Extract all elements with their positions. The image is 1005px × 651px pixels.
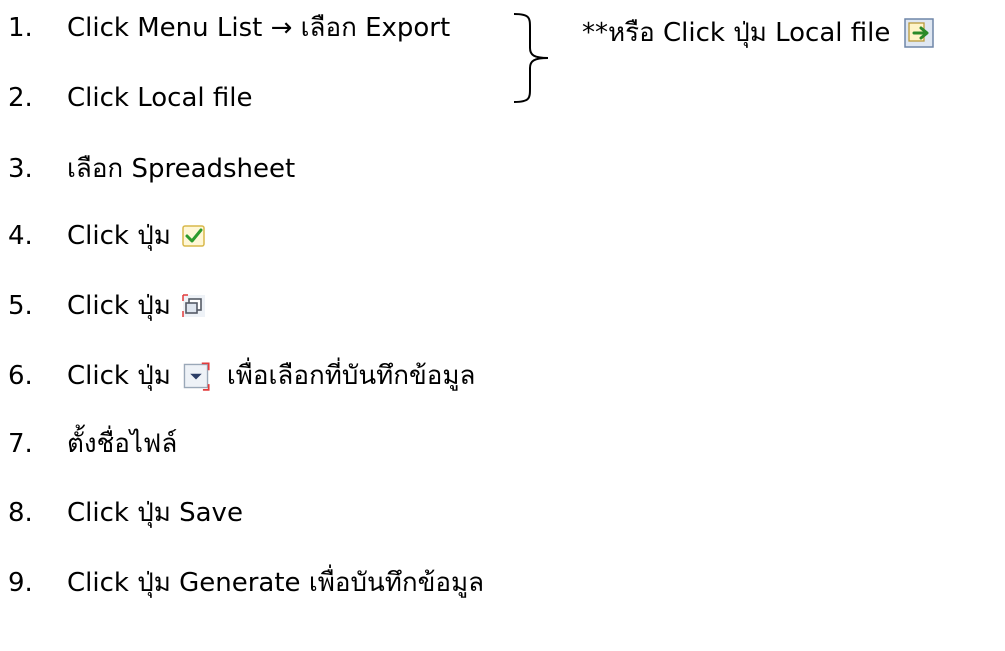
step-number: 9. [8,568,33,598]
step-text: Click ปุ่ม [67,293,207,319]
note-text: **หรือ Click ปุ่ม Local file [582,18,891,48]
step-number: 4. [8,221,33,251]
step-number: 7. [8,429,33,459]
step-text: Click Local file [67,85,252,111]
window-restore-icon [182,294,205,317]
step-text: ตั้งชื่อไฟล์ [67,431,177,457]
step-text: Click Menu List → เลือก Export [67,15,450,41]
step-number: 1. [8,13,33,43]
step-text: เลือก Spreadsheet [67,156,295,182]
checkmark-icon [182,225,205,247]
step-label: Click Menu List → เลือก Export [67,13,451,43]
step-label: Click Local file [67,83,253,113]
alternative-note: **หรือ Click ปุ่ม Local file [582,18,935,48]
step-suffix: เพื่อเลือกที่บันทึกข้อมูล [226,361,476,391]
step-number: 3. [8,154,33,184]
step-text: Click ปุ่ม Save [67,500,243,526]
step-text: Click ปุ่ม Generate เพื่อบันทึกข้อมูล [67,570,484,596]
step-text: Click ปุ่ม [67,223,207,249]
step-number: 6. [8,361,33,391]
right-brace [513,13,549,103]
step-label: เลือก Spreadsheet [67,154,296,184]
step-text: Click ปุ่ม เพื่อเลือกที่บันทึกข้อมูล [67,361,475,391]
step-number: 2. [8,83,33,113]
step-label: Click ปุ่ม [67,291,171,321]
step-number: 8. [8,498,33,528]
step-label: Click ปุ่ม Generate เพื่อบันทึกข้อมูล [67,568,485,598]
step-label: Click ปุ่ม Save [67,498,243,528]
step-label: ตั้งชื่อไฟล์ [67,429,178,459]
local-file-export-icon [904,18,935,48]
step-label: Click ปุ่ม [67,221,171,251]
dropdown-arrow-icon [183,362,210,391]
step-number: 5. [8,291,33,321]
step-label: Click ปุ่ม [67,361,171,391]
